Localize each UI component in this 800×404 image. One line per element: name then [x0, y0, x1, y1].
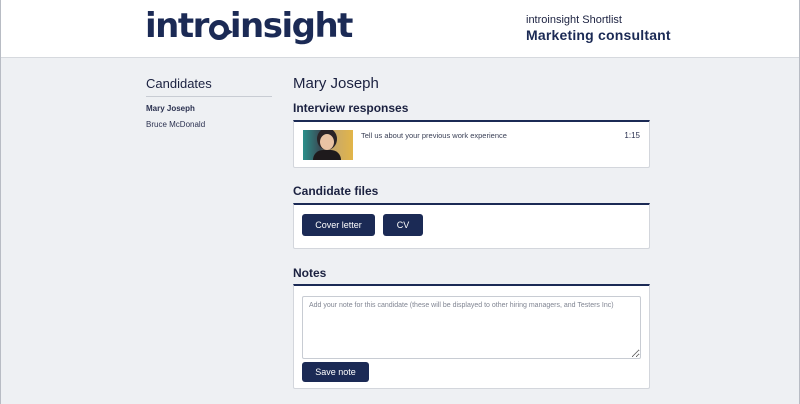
candidate-detail: Mary Joseph Interview responses Tell us …	[293, 75, 650, 389]
cv-button[interactable]: CV	[383, 214, 423, 236]
candidate-face-image	[320, 134, 334, 150]
notes-card: Save note	[293, 284, 650, 389]
video-duration: 1:15	[624, 131, 640, 140]
candidate-files-title: Candidate files	[293, 184, 379, 198]
video-thumbnail[interactable]	[303, 130, 353, 160]
notes-title: Notes	[293, 266, 327, 280]
save-note-button[interactable]: Save note	[302, 362, 369, 382]
candidates-sidebar: Candidates Mary Joseph Bruce McDonald	[146, 76, 272, 129]
interview-response-item[interactable]: Tell us about your previous work experie…	[293, 120, 650, 168]
note-textarea[interactable]	[302, 296, 641, 359]
candidate-body-image	[313, 150, 341, 160]
candidate-files-card: Cover letter CV	[293, 203, 650, 249]
interview-responses-title: Interview responses	[293, 101, 409, 115]
logo-text-right: insight	[229, 6, 354, 46]
cover-letter-button[interactable]: Cover letter	[302, 214, 375, 236]
site-header: intr insight introinsight Shortlist Marke…	[1, 0, 799, 58]
candidate-name: Mary Joseph	[293, 75, 379, 92]
shortlist-heading: introinsight Shortlist Marketing consult…	[526, 14, 671, 44]
interview-question: Tell us about your previous work experie…	[361, 131, 507, 140]
role-title: Marketing consultant	[526, 27, 671, 43]
play-circle-icon	[208, 20, 233, 40]
candidate-link-bruce-mcdonald[interactable]: Bruce McDonald	[146, 120, 272, 129]
candidate-link-mary-joseph[interactable]: Mary Joseph	[146, 104, 272, 113]
candidates-title: Candidates	[146, 76, 272, 97]
introinsight-logo[interactable]: intr insight	[145, 6, 354, 46]
logo-text-left: intr	[145, 6, 209, 46]
shortlist-label: introinsight Shortlist	[526, 14, 622, 26]
